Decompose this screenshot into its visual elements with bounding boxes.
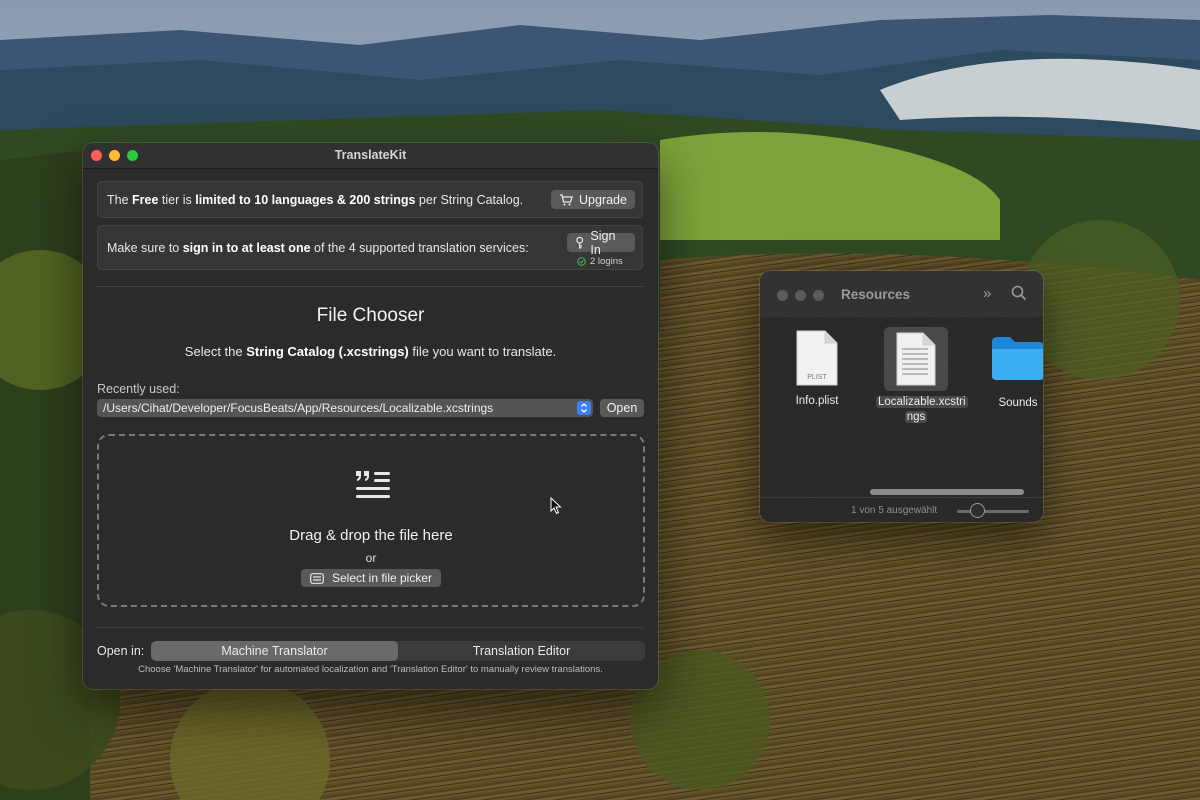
sign-in-button[interactable]: Sign In <box>567 229 635 257</box>
select-chevron-icon <box>577 401 591 415</box>
tier-text: The Free tier is limited to 10 languages… <box>107 193 524 207</box>
signin-banner: Make sure to sign in to at least one of … <box>97 225 643 270</box>
horizontal-scrollbar[interactable] <box>870 489 1024 495</box>
open-button[interactable]: Open <box>600 399 644 417</box>
search-icon[interactable] <box>1011 285 1027 301</box>
finder-status-bar: 1 von 5 ausgewählt <box>760 497 1043 522</box>
finder-window: Resources » PLIST Info.plist Localizable… <box>760 271 1043 522</box>
section-divider <box>97 286 643 287</box>
mouse-cursor-icon <box>550 497 562 515</box>
open-in-label: Open in: <box>97 644 145 658</box>
slider-knob[interactable] <box>970 503 985 518</box>
open-in-hint: Choose 'Machine Translator' for automate… <box>138 664 603 675</box>
file-picker-button[interactable]: Select in file picker <box>301 569 441 587</box>
plist-file-icon: PLIST <box>796 330 838 386</box>
finder-titlebar[interactable]: Resources » <box>760 271 1043 317</box>
checkmark-circle-icon <box>577 257 586 266</box>
finder-window-controls <box>777 290 824 301</box>
finder-close-button[interactable] <box>777 290 788 301</box>
more-toolbar-icon[interactable]: » <box>983 285 991 302</box>
selection-status: 1 von 5 ausgewählt <box>851 505 938 516</box>
file-chooser-title: File Chooser <box>316 305 425 326</box>
drop-title: Drag & drop the file here <box>289 527 453 544</box>
file-chooser-subtitle: Select the String Catalog (.xcstrings) f… <box>184 344 557 359</box>
finder-zoom-button[interactable] <box>813 290 824 301</box>
quote-text-icon <box>356 471 390 498</box>
plist-badge: PLIST <box>807 374 827 381</box>
recent-file-path: /Users/Cihat/Developer/FocusBeats/App/Re… <box>103 401 494 415</box>
drop-zone[interactable]: Drag & drop the file here or Select in f… <box>97 434 645 607</box>
cart-icon <box>560 193 573 205</box>
folder-icon <box>992 337 1043 380</box>
sign-in-label: Sign In <box>590 228 616 257</box>
window-title: TranslateKit <box>334 148 407 162</box>
footer-divider <box>97 627 643 628</box>
segment-translation-editor[interactable]: Translation Editor <box>398 641 645 661</box>
window-titlebar[interactable]: TranslateKit <box>83 143 658 169</box>
logins-status: 2 logins <box>577 256 623 267</box>
file-name: Info.plist <box>795 395 839 407</box>
drop-or: or <box>365 551 377 565</box>
upgrade-button[interactable]: Upgrade <box>551 190 635 209</box>
recently-used-label: Recently used: <box>97 382 180 396</box>
file-item-localizable[interactable]: Localizable.xcstri ngs <box>876 331 968 425</box>
finder-title: Resources <box>841 287 911 302</box>
upgrade-label: Upgrade <box>579 192 627 207</box>
file-tray-icon <box>310 572 324 584</box>
open-in-segmented-control: Machine Translator Translation Editor <box>151 641 645 661</box>
logins-count: 2 logins <box>590 256 623 267</box>
key-icon <box>576 236 584 249</box>
xcstrings-file-icon <box>896 332 936 386</box>
signin-text: Make sure to sign in to at least one of … <box>107 241 529 255</box>
recent-file-select[interactable]: /Users/Cihat/Developer/FocusBeats/App/Re… <box>97 399 593 417</box>
folder-item-sounds[interactable]: Sounds <box>978 334 1043 409</box>
file-name-selected: Localizable.xcstri ngs <box>876 396 968 423</box>
file-item-info-plist[interactable]: PLIST Info.plist <box>777 329 857 407</box>
icon-size-slider[interactable] <box>957 510 1029 513</box>
file-name: Sounds <box>998 397 1038 409</box>
translatekit-window: TranslateKit The Free tier is limited to… <box>83 143 658 689</box>
tier-banner: The Free tier is limited to 10 languages… <box>97 181 643 218</box>
segment-machine-translator[interactable]: Machine Translator <box>151 641 398 661</box>
file-picker-label: Select in file picker <box>331 571 433 585</box>
finder-minimize-button[interactable] <box>795 290 806 301</box>
